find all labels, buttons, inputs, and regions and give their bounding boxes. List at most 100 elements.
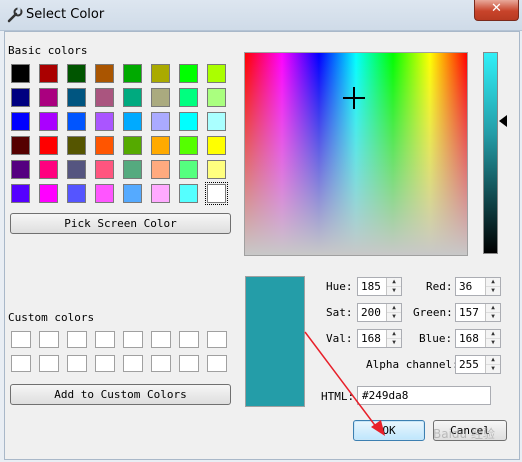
basic-color-swatch[interactable] [179, 136, 198, 155]
basic-color-swatch[interactable] [11, 184, 30, 203]
basic-color-swatch[interactable] [67, 160, 86, 179]
spin-up-icon[interactable]: ▲ [387, 278, 401, 287]
basic-color-swatch[interactable] [207, 160, 226, 179]
basic-color-swatch[interactable] [67, 136, 86, 155]
spin-up-icon[interactable]: ▲ [387, 304, 401, 313]
custom-color-slot[interactable] [151, 355, 171, 372]
hue-saturation-picker[interactable] [244, 52, 468, 256]
basic-color-swatch[interactable] [123, 160, 142, 179]
basic-color-swatch[interactable] [95, 64, 114, 83]
basic-color-swatch[interactable] [95, 88, 114, 107]
basic-color-swatch[interactable] [67, 112, 86, 131]
custom-color-slot[interactable] [95, 331, 115, 348]
green-spinbox[interactable]: 157 ▲ ▼ [455, 303, 501, 322]
basic-color-swatch[interactable] [39, 112, 58, 131]
basic-color-swatch[interactable] [207, 112, 226, 131]
basic-color-swatch[interactable] [67, 184, 86, 203]
spin-up-icon[interactable]: ▲ [486, 304, 500, 313]
basic-color-swatch[interactable] [207, 136, 226, 155]
basic-color-swatch[interactable] [11, 88, 30, 107]
custom-color-slot[interactable] [179, 355, 199, 372]
add-to-custom-colors-button[interactable]: Add to Custom Colors [10, 384, 231, 405]
basic-color-swatch[interactable] [11, 160, 30, 179]
basic-color-swatch[interactable] [39, 184, 58, 203]
custom-color-slot[interactable] [123, 331, 143, 348]
basic-color-swatch[interactable] [11, 136, 30, 155]
custom-color-slot[interactable] [39, 355, 59, 372]
spin-up-icon[interactable]: ▲ [486, 356, 500, 365]
sat-spinbox[interactable]: 200 ▲ ▼ [357, 303, 402, 322]
slider-arrow-icon[interactable] [499, 115, 507, 127]
custom-color-slot[interactable] [67, 331, 87, 348]
custom-color-slot[interactable] [11, 331, 31, 348]
spin-down-icon[interactable]: ▼ [486, 339, 500, 347]
basic-color-swatch[interactable] [179, 64, 198, 83]
basic-color-swatch[interactable] [151, 88, 170, 107]
spin-down-icon[interactable]: ▼ [387, 287, 401, 295]
color-dialog: Basic colors Pick Screen Color Custom co… [4, 31, 520, 460]
basic-color-swatch[interactable] [123, 136, 142, 155]
basic-color-swatch[interactable] [39, 136, 58, 155]
custom-color-slot[interactable] [151, 331, 171, 348]
spin-down-icon[interactable]: ▼ [387, 313, 401, 321]
basic-color-swatch[interactable] [67, 64, 86, 83]
basic-color-swatch[interactable] [151, 160, 170, 179]
custom-color-slot[interactable] [11, 355, 31, 372]
basic-color-swatch[interactable] [67, 88, 86, 107]
hue-value: 185 [361, 280, 381, 293]
basic-color-swatch[interactable] [179, 160, 198, 179]
watermark: Baidu 经验 [433, 427, 495, 441]
custom-color-slot[interactable] [207, 331, 227, 348]
custom-color-slot[interactable] [67, 355, 87, 372]
basic-color-swatch[interactable] [95, 160, 114, 179]
basic-color-swatch[interactable] [123, 88, 142, 107]
sat-label: Sat: [326, 306, 353, 319]
spin-down-icon[interactable]: ▼ [486, 287, 500, 295]
basic-color-swatch[interactable] [179, 88, 198, 107]
alpha-value: 255 [459, 358, 479, 371]
pick-screen-color-button[interactable]: Pick Screen Color [10, 213, 231, 234]
basic-color-swatch[interactable] [207, 64, 226, 83]
red-spinbox[interactable]: 36 ▲ ▼ [455, 277, 501, 296]
blue-label: Blue: [419, 332, 453, 345]
custom-color-slot[interactable] [179, 331, 199, 348]
spin-up-icon[interactable]: ▲ [486, 278, 500, 287]
basic-color-swatch[interactable] [123, 112, 142, 131]
custom-color-slot[interactable] [207, 355, 227, 372]
basic-color-swatch[interactable] [39, 64, 58, 83]
spin-down-icon[interactable]: ▼ [486, 313, 500, 321]
basic-color-swatch[interactable] [11, 64, 30, 83]
value-slider[interactable] [483, 52, 498, 254]
custom-color-slot[interactable] [123, 355, 143, 372]
basic-color-swatch[interactable] [95, 136, 114, 155]
basic-color-swatch[interactable] [151, 64, 170, 83]
green-value: 157 [459, 306, 479, 319]
basic-color-swatch[interactable] [95, 184, 114, 203]
basic-color-swatch[interactable] [207, 88, 226, 107]
red-value: 36 [459, 280, 473, 293]
blue-value: 168 [459, 332, 479, 345]
basic-color-swatch[interactable] [39, 160, 58, 179]
spin-down-icon[interactable]: ▼ [486, 365, 500, 373]
hue-spinbox[interactable]: 185 ▲ ▼ [357, 277, 402, 296]
basic-color-swatch[interactable] [123, 184, 142, 203]
basic-color-swatch[interactable] [39, 88, 58, 107]
basic-color-swatch[interactable] [95, 112, 114, 131]
spin-up-icon[interactable]: ▲ [486, 330, 500, 339]
alpha-spinbox[interactable]: 255 ▲ ▼ [455, 355, 501, 374]
close-button[interactable]: ✕ [474, 0, 519, 21]
custom-colors-label: Custom colors [8, 311, 95, 324]
basic-color-swatch[interactable] [151, 136, 170, 155]
sat-value: 200 [361, 306, 381, 319]
basic-color-swatch[interactable] [123, 64, 142, 83]
basic-colors-label: Basic colors [8, 44, 88, 57]
basic-color-swatch[interactable] [151, 184, 170, 203]
basic-color-swatch[interactable] [151, 112, 170, 131]
custom-color-slot[interactable] [39, 331, 59, 348]
blue-spinbox[interactable]: 168 ▲ ▼ [455, 329, 501, 348]
custom-color-slot[interactable] [95, 355, 115, 372]
basic-color-swatch[interactable] [11, 112, 30, 131]
basic-color-swatch[interactable] [179, 112, 198, 131]
basic-color-swatch[interactable] [205, 182, 228, 205]
basic-color-swatch[interactable] [179, 184, 198, 203]
